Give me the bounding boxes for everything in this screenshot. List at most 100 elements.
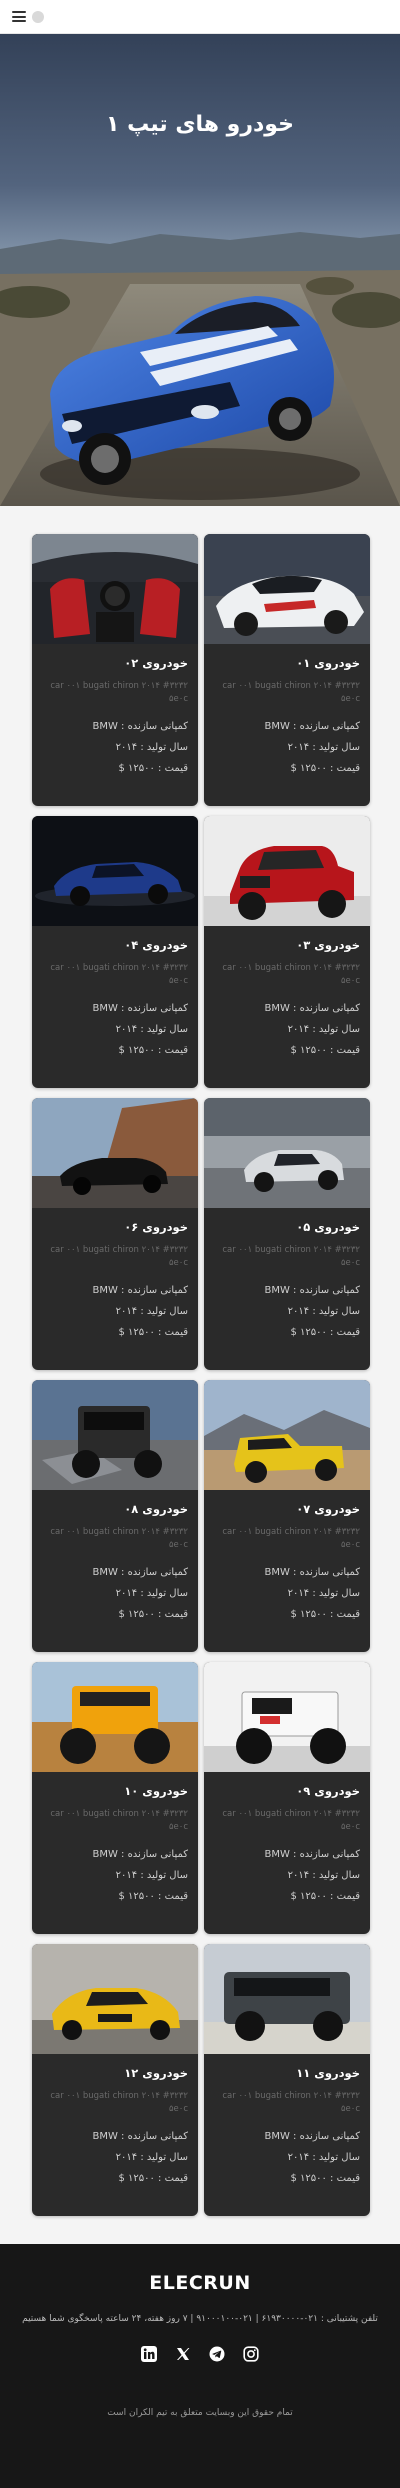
site-footer: ELECRUN تلفن پشتیبانی : ۰۲۱-۶۱۹۳۰۰۰۰ | ۰…: [0, 2244, 400, 2488]
card-price: قیمت : ۱۲۵۰۰ $: [290, 1045, 360, 1056]
instagram-icon[interactable]: [243, 2346, 259, 2362]
card-description: car ۰۰۱ bugati chiron ۲۰۱۴ #۳۲۳۲ ۵e۰c: [50, 1245, 188, 1269]
car-card-11[interactable]: خودروی ۱۱ car ۰۰۱ bugati chiron ۲۰۱۴ #۳۲…: [204, 1944, 370, 2216]
top-bar: [0, 0, 400, 34]
car-card-09[interactable]: خودروی ۰۹ car ۰۰۱ bugati chiron ۲۰۱۴ #۳۲…: [204, 1662, 370, 1934]
card-price: قیمت : ۱۲۵۰۰ $: [290, 1891, 360, 1902]
card-description: car ۰۰۱ bugati chiron ۲۰۱۴ #۳۲۳۲ ۵e۰c: [222, 2091, 360, 2115]
car-02-image: [32, 534, 198, 644]
car-card-06[interactable]: خودروی ۰۶ car ۰۰۱ bugati chiron ۲۰۱۴ #۳۲…: [32, 1098, 198, 1370]
car-card-10[interactable]: خودروی ۱۰ car ۰۰۱ bugati chiron ۲۰۱۴ #۳۲…: [32, 1662, 198, 1934]
car-card-01[interactable]: خودروی ۰۱ car ۰۰۱ bugati chiron ۲۰۱۴ #۳۲…: [204, 534, 370, 806]
card-year: سال تولید : ۲۰۱۴: [287, 1306, 360, 1317]
card-title: خودروی ۰۲: [124, 656, 188, 670]
car-card-02[interactable]: خودروی ۰۲ car ۰۰۱ bugati chiron ۲۰۱۴ #۳۲…: [32, 534, 198, 806]
card-company: کمپانی سازنده : BMW: [92, 1285, 188, 1296]
card-description: car ۰۰۱ bugati chiron ۲۰۱۴ #۳۲۳۲ ۵e۰c: [50, 2091, 188, 2115]
car-card-03[interactable]: خودروی ۰۳ car ۰۰۱ bugati chiron ۲۰۱۴ #۳۲…: [204, 816, 370, 1088]
car-05-image: [204, 1098, 370, 1208]
footer-brand: ELECRUN: [149, 2272, 251, 2294]
card-price: قیمت : ۱۲۵۰۰ $: [290, 2173, 360, 2184]
hero-banner: خودرو های تیپ ۱: [0, 34, 400, 506]
card-company: کمپانی سازنده : BMW: [264, 2131, 360, 2142]
card-company: کمپانی سازنده : BMW: [264, 1849, 360, 1860]
card-company: کمپانی سازنده : BMW: [264, 1567, 360, 1578]
cars-grid: خودروی ۰۱ car ۰۰۱ bugati chiron ۲۰۱۴ #۳۲…: [30, 534, 370, 2216]
card-price: قیمت : ۱۲۵۰۰ $: [118, 2173, 188, 2184]
card-title: خودروی ۱۲: [124, 2066, 188, 2080]
card-company: کمپانی سازنده : BMW: [92, 1003, 188, 1014]
card-year: سال تولید : ۲۰۱۴: [115, 1024, 188, 1035]
card-description: car ۰۰۱ bugati chiron ۲۰۱۴ #۳۲۳۲ ۵e۰c: [50, 681, 188, 705]
car-01-image: [204, 534, 370, 644]
card-description: car ۰۰۱ bugati chiron ۲۰۱۴ #۳۲۳۲ ۵e۰c: [50, 1527, 188, 1551]
card-description: car ۰۰۱ bugati chiron ۲۰۱۴ #۳۲۳۲ ۵e۰c: [222, 963, 360, 987]
site-logo[interactable]: [32, 10, 44, 23]
card-year: سال تولید : ۲۰۱۴: [115, 742, 188, 753]
card-title: خودروی ۰۷: [296, 1502, 360, 1516]
card-year: سال تولید : ۲۰۱۴: [115, 1870, 188, 1881]
card-title: خودروی ۰۳: [296, 938, 360, 952]
card-description: car ۰۰۱ bugati chiron ۲۰۱۴ #۳۲۳۲ ۵e۰c: [50, 1809, 188, 1833]
card-year: سال تولید : ۲۰۱۴: [287, 1588, 360, 1599]
car-card-07[interactable]: خودروی ۰۷ car ۰۰۱ bugati chiron ۲۰۱۴ #۳۲…: [204, 1380, 370, 1652]
card-year: سال تولید : ۲۰۱۴: [115, 2152, 188, 2163]
card-company: کمپانی سازنده : BMW: [92, 721, 188, 732]
card-title: خودروی ۰۹: [296, 1784, 360, 1798]
x-icon[interactable]: [175, 2346, 191, 2362]
card-year: سال تولید : ۲۰۱۴: [115, 1306, 188, 1317]
hero-title: خودرو های تیپ ۱: [106, 112, 294, 137]
telegram-icon[interactable]: [209, 2346, 225, 2362]
card-price: قیمت : ۱۲۵۰۰ $: [118, 1891, 188, 1902]
card-description: car ۰۰۱ bugati chiron ۲۰۱۴ #۳۲۳۲ ۵e۰c: [222, 1809, 360, 1833]
card-price: قیمت : ۱۲۵۰۰ $: [290, 1609, 360, 1620]
card-price: قیمت : ۱۲۵۰۰ $: [290, 1327, 360, 1338]
card-year: سال تولید : ۲۰۱۴: [287, 1024, 360, 1035]
card-title: خودروی ۰۶: [124, 1220, 188, 1234]
card-title: خودروی ۰۱: [296, 656, 360, 670]
footer-copyright: تمام حقوق این وبسایت متعلق به تیم الکران…: [107, 2408, 293, 2418]
card-price: قیمت : ۱۲۵۰۰ $: [118, 1609, 188, 1620]
card-company: کمپانی سازنده : BMW: [92, 1849, 188, 1860]
card-company: کمپانی سازنده : BMW: [92, 2131, 188, 2142]
card-title: خودروی ۱۱: [296, 2066, 360, 2080]
card-title: خودروی ۰۵: [296, 1220, 360, 1234]
car-card-12[interactable]: خودروی ۱۲ car ۰۰۱ bugati chiron ۲۰۱۴ #۳۲…: [32, 1944, 198, 2216]
card-price: قیمت : ۱۲۵۰۰ $: [118, 763, 188, 774]
car-09-image: [204, 1662, 370, 1772]
card-company: کمپانی سازنده : BMW: [92, 1567, 188, 1578]
car-card-05[interactable]: خودروی ۰۵ car ۰۰۱ bugati chiron ۲۰۱۴ #۳۲…: [204, 1098, 370, 1370]
card-year: سال تولید : ۲۰۱۴: [287, 1870, 360, 1881]
car-12-image: [32, 1944, 198, 2054]
card-year: سال تولید : ۲۰۱۴: [115, 1588, 188, 1599]
card-description: car ۰۰۱ bugati chiron ۲۰۱۴ #۳۲۳۲ ۵e۰c: [50, 963, 188, 987]
car-03-image: [204, 816, 370, 926]
cars-section: خودروی ۰۱ car ۰۰۱ bugati chiron ۲۰۱۴ #۳۲…: [0, 506, 400, 2244]
card-description: car ۰۰۱ bugati chiron ۲۰۱۴ #۳۲۳۲ ۵e۰c: [222, 1527, 360, 1551]
social-links: [0, 2346, 400, 2362]
card-price: قیمت : ۱۲۵۰۰ $: [118, 1045, 188, 1056]
card-company: کمپانی سازنده : BMW: [264, 1003, 360, 1014]
linkedin-icon[interactable]: [141, 2346, 157, 2362]
card-description: car ۰۰۱ bugati chiron ۲۰۱۴ #۳۲۳۲ ۵e۰c: [222, 1245, 360, 1269]
car-card-08[interactable]: خودروی ۰۸ car ۰۰۱ bugati chiron ۲۰۱۴ #۳۲…: [32, 1380, 198, 1652]
footer-contact: تلفن پشتیبانی : ۰۲۱-۶۱۹۳۰۰۰۰ | ۰۲۱-۹۱۰۰۰…: [22, 2314, 378, 2324]
card-description: car ۰۰۱ bugati chiron ۲۰۱۴ #۳۲۳۲ ۵e۰c: [222, 681, 360, 705]
card-year: سال تولید : ۲۰۱۴: [287, 742, 360, 753]
card-title: خودروی ۰۸: [124, 1502, 188, 1516]
car-07-image: [204, 1380, 370, 1490]
car-06-image: [32, 1098, 198, 1208]
card-year: سال تولید : ۲۰۱۴: [287, 2152, 360, 2163]
car-card-04[interactable]: خودروی ۰۴ car ۰۰۱ bugati chiron ۲۰۱۴ #۳۲…: [32, 816, 198, 1088]
car-04-image: [32, 816, 198, 926]
car-11-image: [204, 1944, 370, 2054]
car-10-image: [32, 1662, 198, 1772]
menu-icon[interactable]: [12, 11, 26, 22]
card-company: کمپانی سازنده : BMW: [264, 721, 360, 732]
car-08-image: [32, 1380, 198, 1490]
card-price: قیمت : ۱۲۵۰۰ $: [118, 1327, 188, 1338]
card-title: خودروی ۱۰: [124, 1784, 188, 1798]
card-company: کمپانی سازنده : BMW: [264, 1285, 360, 1296]
hero-car-image: [0, 232, 400, 506]
card-price: قیمت : ۱۲۵۰۰ $: [290, 763, 360, 774]
